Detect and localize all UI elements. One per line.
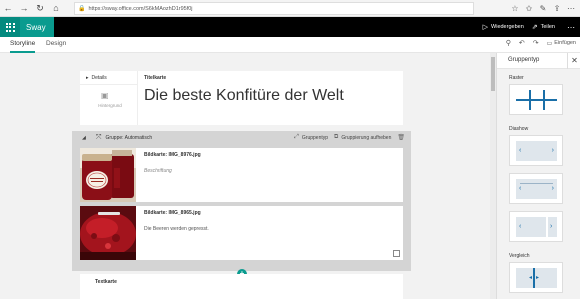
star-icon[interactable]: ☆	[508, 4, 522, 13]
address-bar[interactable]: 🔒 https://sway.office.com/S6kMAozhD1r95f…	[74, 2, 474, 15]
editor-tabs-bar: Storyline Design ⚲ ↶ ↷ ▭ Einfügen	[0, 37, 580, 53]
group-type-label: Gruppentyp	[301, 134, 329, 141]
insert-label: Einfügen	[554, 40, 576, 46]
divider	[80, 84, 137, 85]
tab-design[interactable]: Design	[46, 40, 66, 47]
caption-field[interactable]: Die Beeren werden gepresst.	[144, 226, 209, 232]
caption-field[interactable]: Beschriftung	[144, 168, 172, 174]
undo-icon[interactable]: ↶	[519, 39, 525, 47]
text-card-label: Textkarte	[95, 279, 117, 285]
slideshow-option[interactable]: ‹ ›	[509, 135, 563, 166]
image-placeholder-icon[interactable]: ▣	[101, 91, 109, 100]
group-icon: ⤧	[95, 133, 102, 141]
scrollbar-thumb[interactable]	[491, 57, 495, 91]
image-card-label: Bildkarte: IMG_8965.jpg	[144, 210, 201, 216]
close-icon[interactable]: ✕	[567, 53, 580, 69]
editor-tools: ⚲ ↶ ↷ ▭ Einfügen	[506, 39, 576, 47]
chevron-right-icon: ›	[551, 147, 554, 154]
share-icon[interactable]: ⇪	[550, 4, 564, 13]
image-card[interactable]: Bildkarte: IMG_8965.jpg Die Beeren werde…	[80, 206, 403, 260]
jam-jars-photo[interactable]	[80, 148, 136, 202]
delete-icon[interactable]: 🗑	[397, 134, 408, 141]
compare-handle-right-icon: ▸	[536, 275, 540, 281]
url-text: https://sway.office.com/S6kMAozhD1r95f0j	[88, 5, 193, 12]
app-actions: ▷ Wiedergeben ⇗ Teilen ⋯	[483, 17, 576, 37]
search-icon[interactable]: ⚲	[506, 39, 511, 47]
favorites-icon[interactable]: ✩	[522, 4, 536, 13]
carousel-option[interactable]: ‹ ›	[509, 211, 563, 242]
stack-option[interactable]: ‹ ›	[509, 173, 563, 204]
image-card[interactable]: Bildkarte: IMG_8976.jpg Beschriftung	[80, 148, 403, 202]
group-label: Gruppe: Automatisch	[105, 134, 153, 141]
app-header: Sway ▷ Wiedergeben ⇗ Teilen ⋯	[0, 17, 580, 37]
chevron-right-icon: ›	[550, 223, 553, 230]
group-container[interactable]: ◢ ⤧ Gruppe: Automatisch ⤢ Gruppentyp ⧉ G…	[72, 131, 411, 271]
resize-handle[interactable]	[393, 250, 400, 257]
app-name[interactable]: Sway	[20, 17, 54, 37]
background-label[interactable]: Hintergrund	[90, 103, 130, 108]
collapse-icon[interactable]: ◢	[82, 135, 86, 141]
browser-toolbar: ← → ↻ ⌂ 🔒 https://sway.office.com/S6kMAo…	[0, 0, 580, 17]
section-label-compare: Vergleich	[509, 253, 530, 259]
title-card[interactable]: Details ▣ Hintergrund Titelkarte Die bes…	[80, 71, 403, 125]
expand-icon: ⤢	[294, 134, 299, 140]
image-card-label: Bildkarte: IMG_8976.jpg	[144, 152, 201, 158]
group-type-button[interactable]: ⤢ Gruppentyp	[294, 134, 328, 141]
pen-icon[interactable]: ✎	[536, 4, 550, 13]
more-icon[interactable]: ⋯	[564, 4, 578, 13]
section-label-slideshow: Diashow	[509, 126, 529, 132]
compare-handle-left-icon: ◂	[529, 275, 533, 281]
section-label-grid: Raster	[509, 75, 524, 81]
insert-button[interactable]: ▭ Einfügen	[547, 40, 576, 47]
back-icon[interactable]: ←	[0, 0, 16, 17]
details-toggle[interactable]: Details	[86, 75, 107, 81]
sway-editor-window: ← → ↻ ⌂ 🔒 https://sway.office.com/S6kMAo…	[0, 0, 580, 299]
insert-icon: ▭	[546, 40, 553, 47]
app-more-icon[interactable]: ⋯	[567, 23, 576, 32]
berries-photo[interactable]	[80, 206, 136, 260]
storyline-canvas[interactable]: Details ▣ Hintergrund Titelkarte Die bes…	[0, 53, 490, 299]
app-launcher-icon[interactable]	[0, 17, 20, 37]
group-actions: ⤢ Gruppentyp ⧉ Gruppierung aufheben 🗑	[294, 131, 408, 144]
play-icon: ▷	[482, 24, 489, 31]
refresh-icon[interactable]: ↻	[32, 0, 48, 17]
chevron-left-icon: ‹	[519, 147, 522, 154]
ungroup-button[interactable]: ⧉ Gruppierung aufheben	[334, 134, 391, 141]
redo-icon[interactable]: ↷	[533, 39, 539, 47]
chevron-right-icon: ›	[551, 185, 554, 192]
group-type-panel: Gruppentyp ✕ Raster Diashow ‹ › ‹ › ‹ › …	[496, 53, 580, 299]
ungroup-label: Gruppierung aufheben	[341, 134, 392, 141]
text-card[interactable]: Textkarte	[80, 274, 403, 299]
group-header: ◢ ⤧ Gruppe: Automatisch ⤢ Gruppentyp ⧉ G…	[72, 131, 411, 144]
share-label: Teilen	[540, 24, 555, 30]
home-icon[interactable]: ⌂	[48, 0, 64, 17]
panel-title: Gruppentyp	[508, 57, 540, 63]
card-type-label: Titelkarte	[144, 75, 167, 81]
compare-option[interactable]: ◂ ▸	[509, 262, 563, 293]
share-arrow-icon: ⇗	[531, 24, 538, 31]
play-label: Wiedergeben	[491, 24, 524, 30]
ungroup-icon: ⧉	[334, 134, 339, 140]
forward-icon[interactable]: →	[16, 0, 32, 17]
browser-actions: ☆ ✩ ✎ ⇪ ⋯	[508, 0, 578, 17]
share-button[interactable]: ⇗ Teilen	[532, 23, 555, 31]
title-card-side: Details ▣ Hintergrund	[80, 71, 138, 125]
play-button[interactable]: ▷ Wiedergeben	[483, 23, 524, 31]
grid-layout-option[interactable]	[509, 84, 563, 115]
lock-icon: 🔒	[78, 6, 86, 12]
chevron-left-icon: ‹	[519, 185, 522, 192]
tab-storyline[interactable]: Storyline	[10, 40, 36, 53]
chevron-left-icon: ‹	[519, 223, 522, 230]
card-title[interactable]: Die beste Konfitüre der Welt	[144, 87, 344, 105]
panel-header: Gruppentyp ✕	[497, 53, 580, 69]
